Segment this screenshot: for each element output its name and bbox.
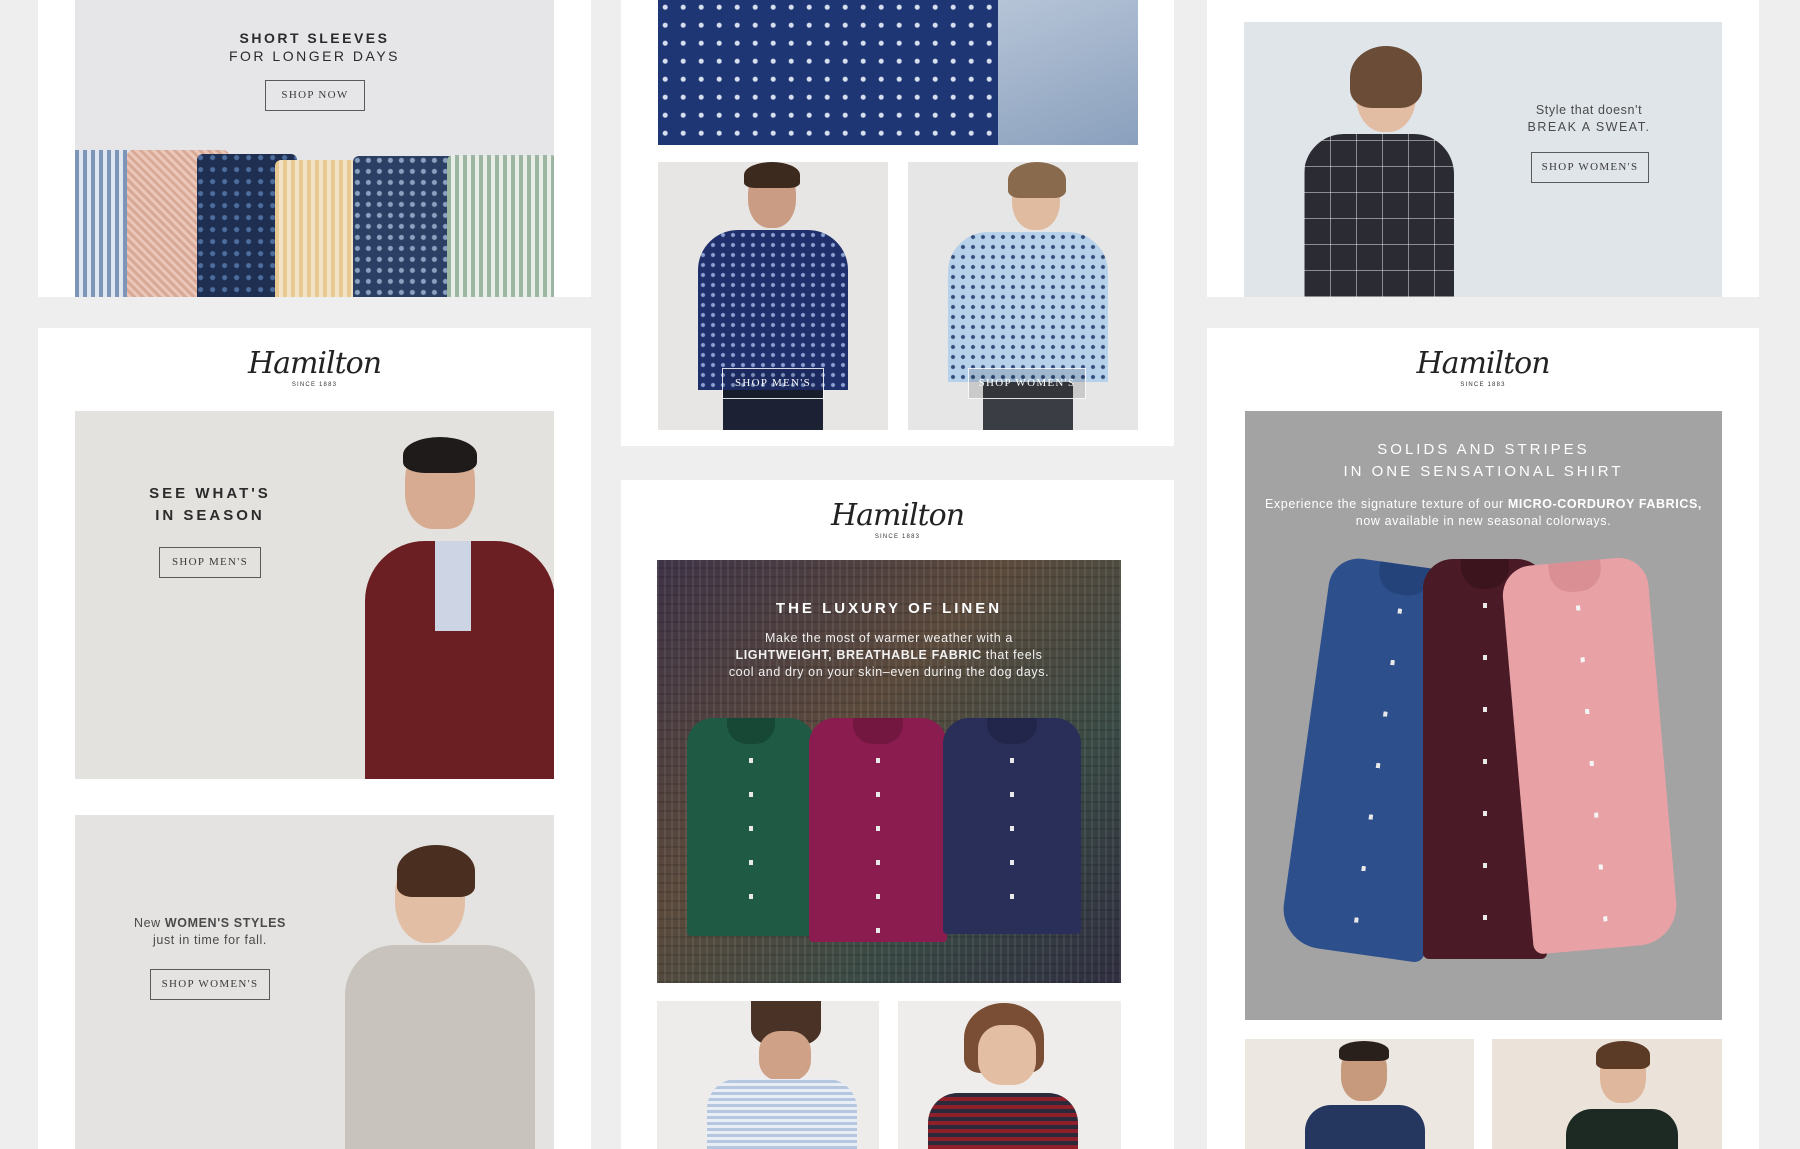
corduroy-banner: SOLIDS AND STRIPES IN ONE SENSATIONAL SH…: [1245, 411, 1722, 1020]
womens-print-panel: SHOP WOMEN'S: [908, 162, 1138, 430]
man-gingham-image: [707, 1001, 857, 1149]
fabric-fold-image: [998, 0, 1138, 145]
navy-linen-shirt-image: [943, 718, 1081, 934]
mens-print-panel: SHOP MEN'S: [658, 162, 888, 430]
shop-mens-button[interactable]: SHOP MEN'S: [159, 547, 261, 578]
hamilton-logo-corduroy[interactable]: Hamilton SINCE 1883: [1207, 348, 1759, 389]
woman-corduroy-image: [1562, 1039, 1682, 1149]
sweat-banner: Style that doesn't BREAK A SWEAT. SHOP W…: [1244, 22, 1722, 297]
womens-season-banner: New WOMEN'S STYLES just in time for fall…: [75, 815, 554, 1149]
blue-print-shirt-image: [353, 156, 457, 297]
green-linen-shirt-image: [687, 718, 815, 936]
short-sleeves-headline: SHORT SLEEVES: [239, 30, 390, 46]
womens-styles-line1: New WOMEN'S STYLES: [134, 916, 286, 930]
corduroy-title-line2: IN ONE SENSATIONAL SHIRT: [1343, 463, 1624, 480]
blue-print-banner: [658, 0, 1138, 145]
shop-now-button[interactable]: SHOP NOW: [265, 80, 365, 111]
season-headline-line2: IN SEASON: [155, 507, 265, 524]
mens-corduroy-panel: [1245, 1039, 1474, 1149]
linen-card: Hamilton SINCE 1883 THE LUXURY OF LINEN …: [621, 480, 1174, 1149]
man-model-image: [365, 437, 554, 779]
sweat-card: Style that doesn't BREAK A SWEAT. SHOP W…: [1207, 0, 1759, 297]
season-card: Hamilton SINCE 1883 SEE WHAT'S IN SEASON…: [38, 328, 591, 1149]
short-sleeves-banner: SHORT SLEEVES FOR LONGER DAYS SHOP NOW: [75, 0, 554, 297]
linen-body-line3: cool and dry on your skin–even during th…: [728, 665, 1050, 679]
corduroy-body-line1: Experience the signature texture of our …: [1264, 497, 1703, 511]
shop-mens-print-button[interactable]: SHOP MEN'S: [722, 368, 824, 399]
woman-plaid-shirt-image: [1294, 46, 1464, 297]
man-corduroy-image: [1305, 1039, 1425, 1149]
hamilton-logo[interactable]: Hamilton SINCE 1883: [38, 348, 591, 389]
womens-corduroy-panel: [1492, 1039, 1722, 1149]
linen-title: THE LUXURY OF LINEN: [775, 600, 1003, 617]
corduroy-card: Hamilton SINCE 1883 SOLIDS AND STRIPES I…: [1207, 328, 1759, 1149]
sweat-headline-line1: Style that doesn't: [1535, 103, 1643, 117]
woman-plaid-image: [918, 1001, 1088, 1149]
linen-body-line1: Make the most of warmer weather with a: [765, 631, 1013, 645]
shop-womens-print-button[interactable]: SHOP WOMEN'S: [968, 368, 1086, 399]
magenta-linen-shirt-image: [809, 718, 947, 942]
shop-womens-sweat-button[interactable]: SHOP WOMEN'S: [1531, 152, 1649, 183]
mens-season-banner: SEE WHAT'S IN SEASON SHOP MEN'S: [75, 411, 554, 779]
mens-gingham-panel: [657, 1001, 879, 1149]
print-shirts-card: SHOP MEN'S SHOP WOMEN'S: [621, 0, 1174, 446]
linen-body-line2: LIGHTWEIGHT, BREATHABLE FABRIC that feel…: [735, 648, 1043, 662]
corduroy-body-line2: now available in new seasonal colorways.: [1355, 514, 1612, 528]
womens-styles-line2: just in time for fall.: [153, 933, 267, 947]
short-sleeves-subhead: FOR LONGER DAYS: [228, 48, 401, 64]
corduroy-title-line1: SOLIDS AND STRIPES: [1377, 441, 1590, 458]
shop-womens-button[interactable]: SHOP WOMEN'S: [150, 969, 270, 1000]
woman-model-image: [325, 833, 545, 1149]
short-sleeves-card: SHORT SLEEVES FOR LONGER DAYS SHOP NOW: [38, 0, 591, 297]
season-headline-line1: SEE WHAT'S: [149, 485, 271, 502]
linen-banner: THE LUXURY OF LINEN Make the most of war…: [657, 560, 1121, 983]
hamilton-logo-linen[interactable]: Hamilton SINCE 1883: [621, 500, 1174, 541]
womens-plaid-panel: [898, 1001, 1121, 1149]
sweat-headline-line2: BREAK A SWEAT.: [1527, 120, 1651, 134]
green-stripe-shirt-image: [447, 155, 554, 297]
